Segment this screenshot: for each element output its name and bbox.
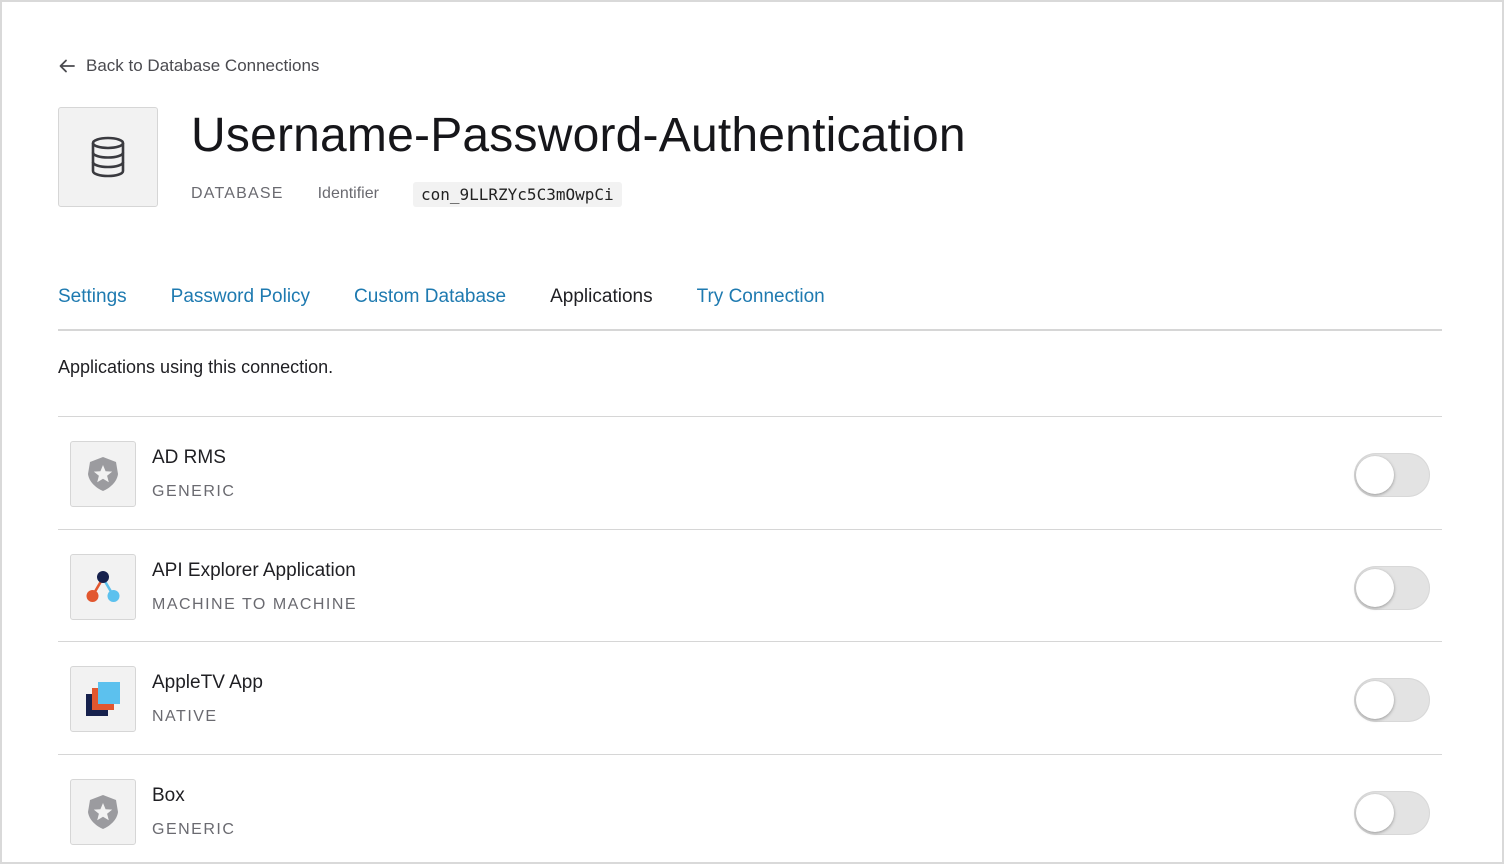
app-enable-toggle[interactable]	[1354, 790, 1430, 835]
list-item: AD RMS GENERIC	[58, 417, 1442, 530]
app-type: NATIVE	[152, 708, 218, 725]
database-icon	[91, 136, 125, 178]
arrow-left-icon	[59, 59, 75, 73]
connection-title: Username-Password-Authentication	[191, 109, 966, 162]
list-item: AppleTV App NATIVE	[58, 642, 1442, 755]
app-type: GENERIC	[152, 820, 236, 838]
list-item: API Explorer Application MACHINE TO MACH…	[58, 530, 1442, 642]
connection-identifier[interactable]: con_9LLRZYc5C3mOwpCi	[412, 181, 622, 207]
tab-applications[interactable]: Applications	[550, 280, 652, 329]
tab-password-policy[interactable]: Password Policy	[171, 280, 310, 329]
app-type: MACHINE TO MACHINE	[152, 595, 358, 613]
tab-custom-database[interactable]: Custom Database	[354, 280, 506, 329]
toggle-knob	[1356, 456, 1394, 494]
app-name[interactable]: AD RMS	[152, 447, 226, 469]
app-enable-toggle[interactable]	[1354, 678, 1430, 722]
connection-meta: DATABASE Identifier con_9LLRZYc5C3mOwpCi	[191, 180, 622, 208]
connection-tabs: Settings Password Policy Custom Database…	[58, 280, 1442, 331]
toggle-knob	[1356, 568, 1394, 607]
shield-star-icon	[88, 457, 118, 491]
back-to-database-connections-link[interactable]: Back to Database Connections	[58, 56, 319, 76]
app-icon-box	[70, 666, 136, 732]
toggle-knob	[1356, 793, 1394, 832]
toggle-knob	[1356, 681, 1394, 719]
connection-type-label: DATABASE	[191, 185, 284, 202]
app-icon-box	[70, 553, 136, 620]
identifier-label: Identifier	[317, 185, 379, 202]
tab-try-connection[interactable]: Try Connection	[697, 280, 825, 329]
app-name[interactable]: Box	[152, 785, 185, 807]
app-icon-box	[70, 441, 136, 507]
back-link-label: Back to Database Connections	[86, 56, 320, 75]
app-enable-toggle[interactable]	[1354, 453, 1430, 497]
stacked-squares-icon	[86, 682, 120, 716]
app-enable-toggle[interactable]	[1354, 565, 1430, 610]
list-item: Box GENERIC	[58, 755, 1442, 863]
network-nodes-icon	[86, 570, 120, 602]
applications-list: AD RMS GENERIC API Explorer Application …	[58, 416, 1442, 863]
app-type: GENERIC	[152, 483, 236, 500]
tab-settings[interactable]: Settings	[58, 280, 127, 329]
shield-star-icon	[88, 794, 118, 829]
connection-icon-box	[58, 107, 158, 207]
applications-intro-text: Applications using this connection.	[58, 357, 334, 377]
app-icon-box	[70, 778, 136, 845]
app-name[interactable]: AppleTV App	[152, 672, 263, 694]
page-frame: Back to Database Connections Username-Pa…	[0, 0, 1504, 864]
app-name[interactable]: API Explorer Application	[152, 560, 356, 582]
